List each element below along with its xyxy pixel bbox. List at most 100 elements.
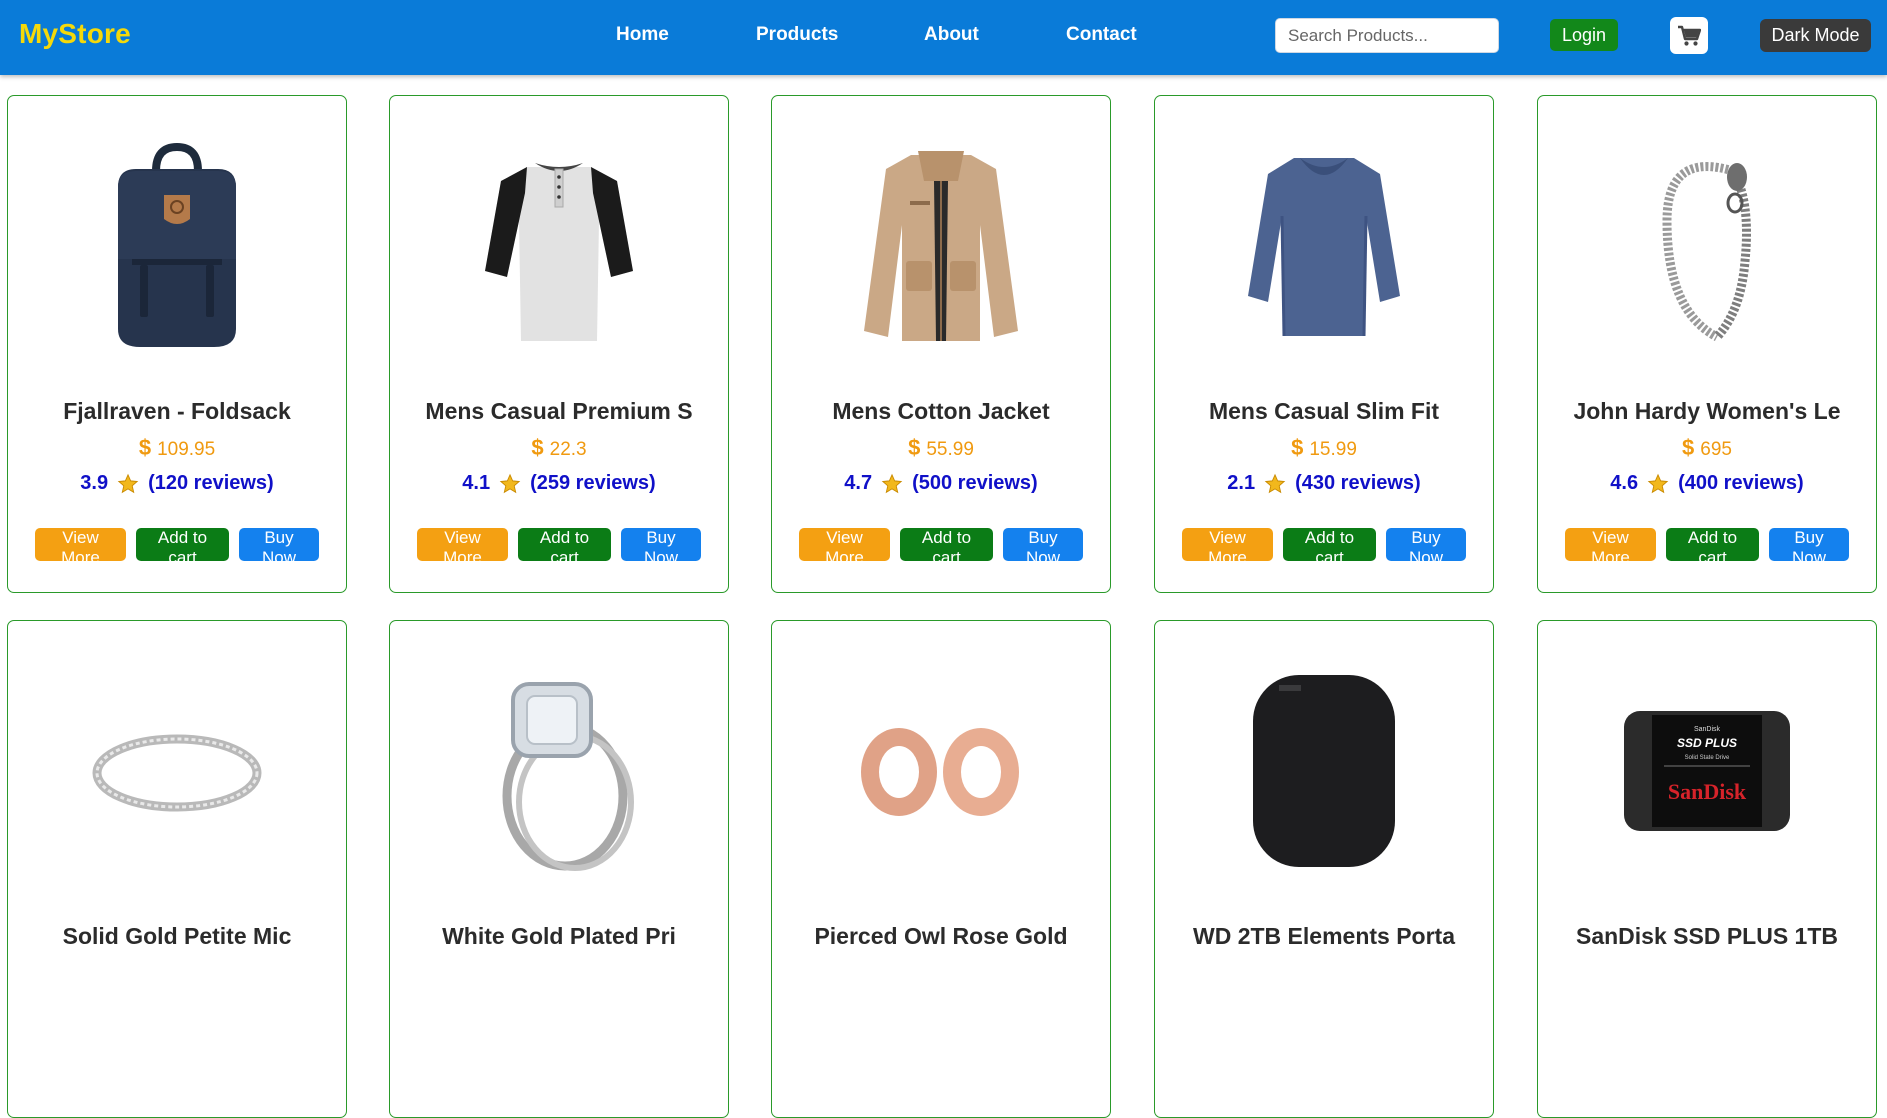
product-title[interactable]: Mens Cotton Jacket: [772, 398, 1110, 425]
product-actions: View More Add to cart Buy Now: [1155, 528, 1493, 567]
view-more-button[interactable]: View More: [1565, 528, 1656, 567]
buy-now-button[interactable]: Buy Now: [1003, 528, 1083, 567]
product-image[interactable]: [390, 96, 728, 396]
product-title[interactable]: John Hardy Women's Le: [1538, 398, 1876, 425]
currency-symbol: $: [1682, 435, 1695, 460]
add-to-cart-button[interactable]: Add to cart: [900, 528, 993, 567]
product-actions: View More Add to cart Buy Now: [8, 528, 346, 567]
add-to-cart-button[interactable]: Add to cart: [1666, 528, 1759, 567]
nav-home[interactable]: Home: [616, 24, 669, 46]
cart-button[interactable]: [1670, 17, 1708, 54]
product-title[interactable]: Solid Gold Petite Mic: [8, 923, 346, 950]
product-title[interactable]: Pierced Owl Rose Gold: [772, 923, 1110, 950]
view-more-button[interactable]: View More: [799, 528, 890, 567]
currency-symbol: $: [531, 435, 544, 460]
add-to-cart-button[interactable]: Add to cart: [1283, 528, 1376, 567]
currency-symbol: $: [908, 435, 921, 460]
product-image[interactable]: [8, 621, 346, 921]
product-title[interactable]: Mens Casual Premium S: [390, 398, 728, 425]
rating-value: 4.7: [844, 472, 873, 494]
product-card: Solid Gold Petite Mic: [7, 620, 347, 1118]
silver-ring-image: [92, 734, 262, 812]
ssd-brand-small: SanDisk: [1694, 726, 1721, 733]
ssd-brand-logo: SanDisk: [1668, 779, 1747, 804]
dark-mode-toggle[interactable]: Dark Mode: [1760, 19, 1871, 52]
rating-value: 2.1: [1227, 472, 1256, 494]
ssd-model-text: SSD PLUS: [1677, 736, 1737, 750]
add-to-cart-button[interactable]: Add to cart: [518, 528, 611, 567]
product-title[interactable]: Fjallraven - Foldsack: [8, 398, 346, 425]
product-title[interactable]: SanDisk SSD PLUS 1TB: [1538, 923, 1876, 950]
product-price: $15.99: [1155, 435, 1493, 461]
nav-products[interactable]: Products: [756, 24, 838, 46]
search-input[interactable]: [1275, 18, 1499, 53]
product-image[interactable]: [8, 96, 346, 396]
chain-bracelet-image: [1662, 162, 1751, 341]
buy-now-button[interactable]: Buy Now: [621, 528, 701, 567]
review-count: (259 reviews): [530, 472, 656, 494]
product-rating: 3.9 (120 reviews): [8, 472, 346, 495]
ssd-drive-image: SanDisk SSD PLUS Solid State Drive SanDi…: [1624, 711, 1790, 831]
star-icon: [1264, 473, 1286, 493]
product-rating: 4.7 (500 reviews): [772, 472, 1110, 495]
product-card: WD 2TB Elements Porta: [1154, 620, 1494, 1118]
backpack-image: [118, 142, 236, 347]
login-button[interactable]: Login: [1550, 19, 1618, 51]
product-image[interactable]: SanDisk SSD PLUS Solid State Drive SanDi…: [1538, 621, 1876, 921]
store-logo[interactable]: MyStore: [19, 18, 131, 50]
product-card: Mens Casual Slim Fit $15.99 2.1 (430 rev…: [1154, 95, 1494, 593]
product-image[interactable]: [390, 621, 728, 921]
rating-value: 4.6: [1610, 472, 1639, 494]
review-count: (400 reviews): [1678, 472, 1804, 494]
product-price: $55.99: [772, 435, 1110, 461]
view-more-button[interactable]: View More: [1182, 528, 1273, 567]
product-price: $109.95: [8, 435, 346, 461]
buy-now-button[interactable]: Buy Now: [1769, 528, 1849, 567]
currency-symbol: $: [1291, 435, 1304, 460]
nav-contact[interactable]: Contact: [1066, 24, 1137, 46]
jacket-image: [864, 151, 1018, 341]
external-hard-drive-image: [1253, 675, 1395, 867]
product-title[interactable]: White Gold Plated Pri: [390, 923, 728, 950]
product-image[interactable]: [1155, 96, 1493, 396]
product-image[interactable]: [1155, 621, 1493, 921]
product-card: Fjallraven - Foldsack $109.95 3.9 (120 r…: [7, 95, 347, 593]
long-sleeve-shirt-image: [1248, 158, 1400, 337]
price-value: 55.99: [926, 439, 974, 460]
product-title[interactable]: WD 2TB Elements Porta: [1155, 923, 1493, 950]
raglan-tshirt-image: [485, 163, 633, 341]
star-icon: [1647, 473, 1669, 493]
review-count: (500 reviews): [912, 472, 1038, 494]
review-count: (120 reviews): [148, 472, 274, 494]
product-title[interactable]: Mens Casual Slim Fit: [1155, 398, 1493, 425]
product-image[interactable]: [1538, 96, 1876, 396]
star-icon: [881, 473, 903, 493]
product-rating: 2.1 (430 reviews): [1155, 472, 1493, 495]
top-navbar: MyStore Home Products About Contact Logi…: [0, 0, 1887, 75]
star-icon: [499, 473, 521, 493]
rating-value: 3.9: [80, 472, 109, 494]
product-card: SanDisk SSD PLUS Solid State Drive SanDi…: [1537, 620, 1877, 1118]
product-actions: View More Add to cart Buy Now: [390, 528, 728, 567]
diamond-ring-image: [502, 682, 634, 871]
rose-gold-plugs-image: [861, 728, 1019, 816]
product-image[interactable]: [772, 96, 1110, 396]
product-rating: 4.6 (400 reviews): [1538, 472, 1876, 495]
price-value: 109.95: [157, 439, 216, 460]
view-more-button[interactable]: View More: [35, 528, 126, 567]
add-to-cart-button[interactable]: Add to cart: [136, 528, 229, 567]
buy-now-button[interactable]: Buy Now: [1386, 528, 1466, 567]
product-card: Mens Cotton Jacket $55.99 4.7 (500 revie…: [771, 95, 1111, 593]
product-price: $695: [1538, 435, 1876, 461]
buy-now-button[interactable]: Buy Now: [239, 528, 319, 567]
product-card: Pierced Owl Rose Gold: [771, 620, 1111, 1118]
view-more-button[interactable]: View More: [417, 528, 508, 567]
product-card: John Hardy Women's Le $695 4.6 (400 revi…: [1537, 95, 1877, 593]
product-actions: View More Add to cart Buy Now: [772, 528, 1110, 567]
product-price: $22.3: [390, 435, 728, 461]
review-count: (430 reviews): [1295, 472, 1421, 494]
price-value: 22.3: [549, 439, 587, 460]
nav-about[interactable]: About: [924, 24, 979, 46]
product-image[interactable]: [772, 621, 1110, 921]
product-card: White Gold Plated Pri: [389, 620, 729, 1118]
